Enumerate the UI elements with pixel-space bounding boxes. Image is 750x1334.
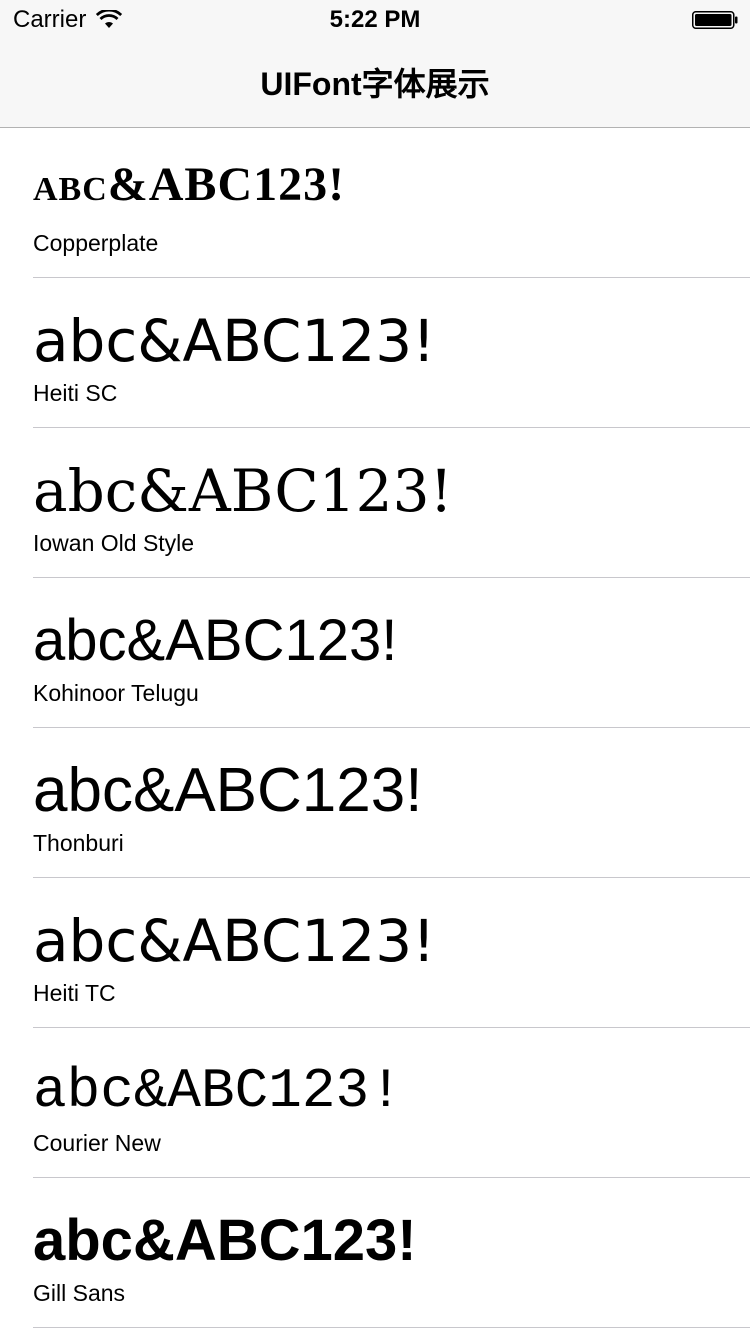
font-sample: abc&ABC123! (33, 608, 398, 673)
font-sample: abc&ABC123! (33, 1059, 403, 1123)
battery-icon (692, 11, 738, 29)
font-name-label: Copperplate (33, 230, 159, 256)
list-item[interactable]: abc&ABC123! Kohinoor Telugu (0, 578, 750, 728)
font-name-label: Iowan Old Style (33, 530, 195, 556)
font-name-label: Heiti TC (33, 980, 116, 1006)
list-item[interactable]: abc&ABC123! Thonburi (0, 728, 750, 878)
list-item[interactable]: abc&ABC123! Heiti TC (0, 878, 750, 1028)
list-item[interactable]: abc&ABC123! Gill Sans (0, 1178, 750, 1328)
list-item[interactable]: abc&ABC123! Courier New (0, 1028, 750, 1178)
font-name-label: Heiti SC (33, 380, 118, 406)
font-sample: abc&ABC123! (33, 307, 436, 375)
font-sample: abc&ABC123! (33, 907, 436, 975)
list-item[interactable]: abc&ABC123! Copperplate (0, 128, 750, 278)
navigation-bar: Carrier 5:22 PM UIFont字体展示 (0, 0, 750, 128)
font-sample: abc&ABC123! (33, 457, 453, 525)
font-name-label: Courier New (33, 1130, 161, 1156)
page-title: UIFont字体展示 (260, 66, 490, 102)
font-sample: abc&ABC123! (33, 756, 423, 825)
list-item[interactable]: abc&ABC123! Iowan Old Style (0, 428, 750, 578)
status-bar: Carrier 5:22 PM (0, 0, 750, 40)
list-item[interactable]: abc&ABC123! Heiti SC (0, 278, 750, 428)
font-name-label: Gill Sans (33, 1280, 126, 1306)
font-list[interactable]: abc&ABC123! Copperplate abc&ABC123! Heit… (0, 128, 750, 1328)
font-sample: abc&ABC123! (33, 158, 346, 211)
font-sample: abc&ABC123! (33, 1208, 417, 1273)
status-time: 5:22 PM (329, 6, 421, 33)
font-name-label: Kohinoor Telugu (33, 680, 199, 706)
font-name-label: Thonburi (33, 830, 124, 856)
